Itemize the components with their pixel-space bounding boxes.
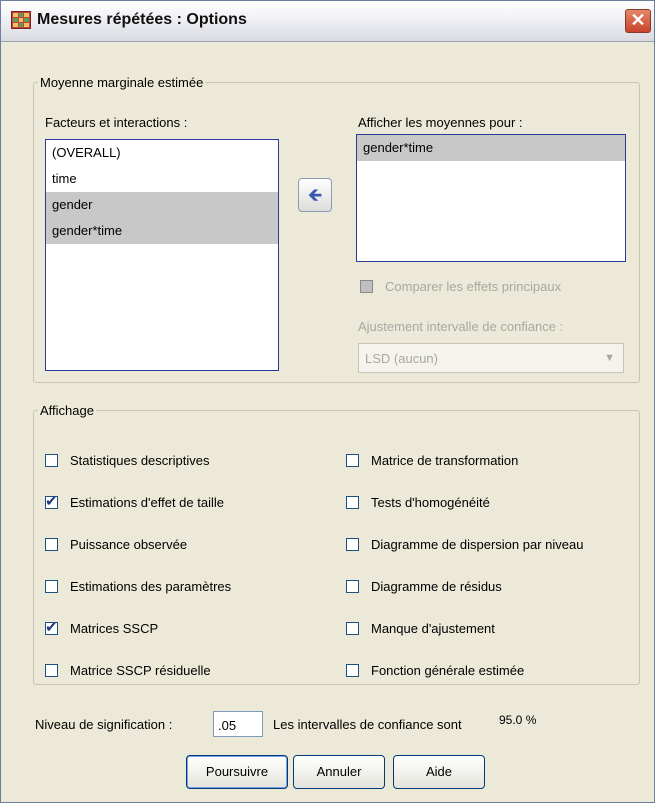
compare-main-effects-label: Comparer les effets principaux (385, 279, 562, 294)
checkbox-box (346, 496, 359, 509)
significance-label: Niveau de signification : (35, 717, 173, 732)
display-option-label: Diagramme de dispersion par niveau (371, 537, 584, 552)
display-means-label: Afficher les moyennes pour : (358, 115, 523, 130)
display-option-label: Matrices SSCP (70, 621, 159, 636)
display-option-checkbox[interactable]: Puissance observée (45, 537, 187, 552)
display-option-checkbox[interactable]: Estimations d'effet de taille (45, 492, 224, 510)
list-item[interactable]: gender*time (46, 218, 278, 244)
display-option-checkbox[interactable]: Fonction générale estimée (346, 663, 524, 678)
display-option-checkbox[interactable]: Matrice de transformation (346, 453, 518, 468)
ci-adjustment-select[interactable]: LSD (aucun) ▼ (358, 343, 624, 373)
factors-label: Facteurs et interactions : (45, 115, 188, 130)
checkbox-box (45, 580, 58, 593)
spss-app-icon (11, 11, 31, 29)
arrow-left-icon: 🡸 (307, 185, 323, 205)
display-option-checkbox[interactable]: Diagramme de dispersion par niveau (346, 537, 583, 552)
options-dialog: Mesures répétées : Options ✕ Moyenne mar… (0, 0, 655, 803)
display-option-checkbox[interactable]: Estimations des paramètres (45, 579, 231, 594)
display-option-checkbox[interactable]: Matrice SSCP résiduelle (45, 663, 211, 678)
display-option-label: Fonction générale estimée (371, 663, 525, 678)
list-item[interactable]: gender (46, 192, 278, 218)
display-option-checkbox[interactable]: Manque d'ajustement (346, 621, 495, 636)
display-option-label: Matrice SSCP résiduelle (70, 663, 211, 678)
display-group-label: Affichage (40, 403, 94, 418)
factors-list[interactable]: (OVERALL) time gender gender*time (45, 139, 279, 371)
checkbox-box (346, 454, 359, 467)
title-bar[interactable]: Mesures répétées : Options ✕ (1, 1, 654, 42)
close-icon[interactable]: ✕ (625, 9, 651, 33)
display-option-label: Puissance observée (70, 537, 188, 552)
display-option-label: Estimations des paramètres (70, 579, 232, 594)
move-arrow-button[interactable]: 🡸 (298, 178, 332, 212)
checkmark-icon (45, 618, 58, 636)
continue-button[interactable]: Poursuivre (186, 755, 288, 789)
list-item[interactable]: time (46, 166, 278, 192)
significance-input[interactable]: .05 (213, 711, 263, 737)
display-option-checkbox[interactable]: Tests d'homogénéité (346, 495, 490, 510)
cancel-button[interactable]: Annuler (293, 755, 385, 789)
ci-text: Les intervalles de confiance sont (273, 717, 462, 732)
ci-value: 95.0 % (499, 713, 537, 727)
display-option-label: Manque d'ajustement (371, 621, 495, 636)
checkbox-box (45, 454, 58, 467)
display-option-checkbox[interactable]: Statistiques descriptives (45, 453, 209, 468)
list-item[interactable]: (OVERALL) (46, 140, 278, 166)
checkbox-box (346, 580, 359, 593)
checkbox-box (346, 538, 359, 551)
list-item[interactable]: gender*time (357, 135, 625, 161)
display-option-label: Estimations d'effet de taille (70, 495, 224, 510)
chevron-down-icon: ▼ (604, 352, 615, 364)
compare-main-effects-checkbox[interactable]: Comparer les effets principaux (360, 279, 561, 294)
display-option-label: Matrice de transformation (371, 453, 519, 468)
checkbox-box (360, 280, 373, 293)
checkbox-box (45, 538, 58, 551)
help-button[interactable]: Aide (393, 755, 485, 789)
checkbox-box (346, 664, 359, 677)
checkbox-box (45, 664, 58, 677)
display-option-label: Tests d'homogénéité (371, 495, 490, 510)
display-option-checkbox[interactable]: Matrices SSCP (45, 618, 159, 636)
display-option-label: Statistiques descriptives (70, 453, 210, 468)
checkmark-icon (45, 492, 58, 510)
ci-adjustment-label: Ajustement intervalle de confiance : (358, 319, 564, 334)
ci-adjustment-value: LSD (aucun) (365, 351, 438, 366)
checkbox-box (346, 622, 359, 635)
estimated-means-group-label: Moyenne marginale estimée (40, 75, 204, 90)
display-means-list[interactable]: gender*time (356, 134, 626, 262)
window-title: Mesures répétées : Options (37, 11, 247, 28)
display-option-label: Diagramme de résidus (371, 579, 502, 594)
display-option-checkbox[interactable]: Diagramme de résidus (346, 579, 502, 594)
